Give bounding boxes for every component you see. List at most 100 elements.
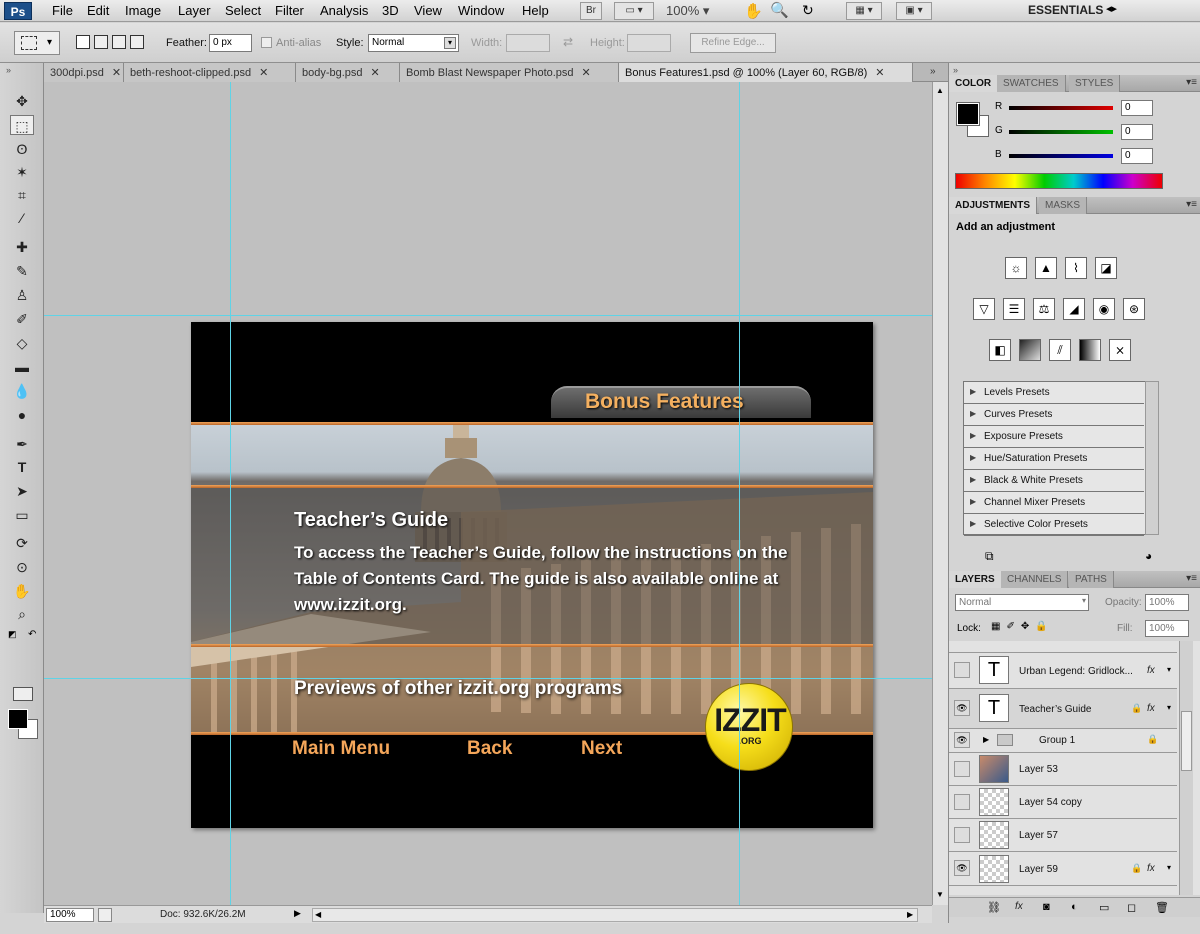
crop-tool-icon[interactable]: ⌗: [10, 185, 34, 205]
zoom-tool-icon[interactable]: 🔍: [770, 1, 789, 19]
preset-levels[interactable]: Levels Presets: [964, 382, 1144, 404]
move-tool-icon[interactable]: ✥: [10, 91, 34, 111]
feather-input[interactable]: 0 px: [209, 34, 252, 52]
document-canvas[interactable]: Bonus Features Teacher’s Guide To access…: [191, 322, 873, 828]
layer-name[interactable]: Urban Legend: Gridlock...: [1019, 666, 1133, 677]
adjustment-layer-icon[interactable]: ◐: [1071, 901, 1078, 913]
trash-icon[interactable]: 🗑: [1155, 901, 1169, 914]
tab-styles[interactable]: STYLES: [1069, 75, 1121, 92]
scroll-down-icon[interactable]: ▼: [936, 890, 944, 899]
exposure-icon[interactable]: ◪: [1095, 257, 1117, 279]
visibility-toggle[interactable]: [954, 794, 970, 810]
gradient-tool-icon[interactable]: ▬: [10, 357, 34, 377]
curves-icon[interactable]: ⌇: [1065, 257, 1087, 279]
menu-analysis[interactable]: Analysis: [320, 3, 368, 18]
antialias-checkbox[interactable]: [261, 37, 272, 48]
close-icon[interactable]: ✕: [371, 67, 380, 79]
menu-layer[interactable]: Layer: [178, 3, 211, 18]
layer-name[interactable]: Teacher’s Guide: [1019, 704, 1091, 715]
visibility-toggle[interactable]: [954, 761, 970, 777]
menu-view[interactable]: View: [414, 3, 442, 18]
tab-bomb-blast[interactable]: Bomb Blast Newspaper Photo.psd ✕: [400, 63, 619, 82]
collapse-icon[interactable]: »: [6, 65, 11, 75]
preset-channel-mixer[interactable]: Channel Mixer Presets: [964, 492, 1144, 514]
tab-masks[interactable]: MASKS: [1039, 197, 1088, 214]
guide-vertical[interactable]: [739, 82, 740, 905]
tab-overflow-icon[interactable]: »: [930, 66, 936, 77]
screen-mode-icon[interactable]: ▣ ▾: [896, 2, 932, 20]
blue-slider[interactable]: [1009, 154, 1113, 158]
vibrance-icon[interactable]: ▽: [973, 298, 995, 320]
selective-color-icon[interactable]: ⨯: [1109, 339, 1131, 361]
eyedropper-tool-icon[interactable]: ⁄: [10, 208, 34, 228]
brightness-icon[interactable]: ☼: [1005, 257, 1027, 279]
style-select[interactable]: Normal ▾: [368, 34, 459, 52]
swap-colors-icon[interactable]: ↶: [28, 629, 36, 640]
preset-selective-color[interactable]: Selective Color Presets: [964, 514, 1144, 536]
layer-row[interactable]: Layer 57: [949, 819, 1177, 852]
channel-mixer-icon[interactable]: ⊛: [1123, 298, 1145, 320]
scroll-right-icon[interactable]: ▶: [907, 910, 913, 919]
3d-orbit-tool-icon[interactable]: ⊙: [10, 557, 34, 577]
expand-group-icon[interactable]: ▶: [983, 735, 989, 744]
panel-menu-icon[interactable]: ▾≡: [1186, 573, 1197, 584]
threshold-icon[interactable]: ⫽: [1049, 339, 1071, 361]
fx-icon[interactable]: fx: [1147, 863, 1155, 874]
close-icon[interactable]: ✕: [259, 67, 268, 79]
color-balance-icon[interactable]: ⚖: [1033, 298, 1055, 320]
layer-name[interactable]: Layer 57: [1019, 830, 1058, 841]
visibility-toggle[interactable]: [954, 827, 970, 843]
black-white-icon[interactable]: ◢: [1063, 298, 1085, 320]
hue-saturation-icon[interactable]: ☰: [1003, 298, 1025, 320]
opacity-input[interactable]: 100%: [1145, 594, 1189, 611]
guide-vertical[interactable]: [230, 82, 231, 905]
swap-icon[interactable]: ⇄: [563, 35, 573, 49]
preset-curves[interactable]: Curves Presets: [964, 404, 1144, 426]
expand-effects-icon[interactable]: ▾: [1167, 703, 1171, 712]
photo-filter-icon[interactable]: ◉: [1093, 298, 1115, 320]
green-slider[interactable]: [1009, 130, 1113, 134]
tab-bonus-features[interactable]: Bonus Features1.psd @ 100% (Layer 60, RG…: [619, 63, 913, 82]
scroll-up-icon[interactable]: ▲: [936, 86, 944, 95]
visibility-toggle[interactable]: [954, 662, 970, 678]
vertical-scrollbar[interactable]: ▲ ▼: [932, 82, 948, 905]
gradient-map-icon[interactable]: [1079, 339, 1101, 361]
foreground-color-swatch[interactable]: [8, 709, 28, 729]
canvas-area[interactable]: Bonus Features Teacher’s Guide To access…: [44, 82, 932, 905]
mask-options-icon[interactable]: ◕: [1145, 549, 1152, 563]
status-options-icon[interactable]: [98, 908, 112, 922]
green-input[interactable]: 0: [1121, 124, 1153, 140]
layer-style-icon[interactable]: fx: [1015, 901, 1023, 912]
tab-color[interactable]: COLOR: [949, 75, 999, 92]
link-layers-icon[interactable]: ⛓: [987, 901, 1001, 914]
layer-row[interactable]: T Urban Legend: Gridlock... fx ▾: [949, 653, 1177, 689]
preset-exposure[interactable]: Exposure Presets: [964, 426, 1144, 448]
new-selection-icon[interactable]: [76, 35, 90, 49]
tab-300dpi[interactable]: 300dpi.psd ✕: [44, 63, 124, 82]
menu-select[interactable]: Select: [225, 3, 261, 18]
shape-tool-icon[interactable]: ▭: [10, 505, 34, 525]
expand-effects-icon[interactable]: ▾: [1167, 863, 1171, 872]
layer-row[interactable]: 👁 ▶ Group 1 🔒: [949, 729, 1177, 753]
layer-row[interactable]: Layer 54 copy: [949, 786, 1177, 819]
preset-black-white[interactable]: Black & White Presets: [964, 470, 1144, 492]
marquee-tool-icon[interactable]: ⬚: [10, 115, 34, 135]
tab-beth-reshoot[interactable]: beth-reshoot-clipped.psd ✕: [124, 63, 296, 82]
height-input[interactable]: [627, 34, 671, 52]
hand-tool-icon[interactable]: ✋: [744, 2, 763, 20]
levels-icon[interactable]: ▲: [1035, 257, 1057, 279]
close-icon[interactable]: ✕: [112, 67, 121, 79]
add-mask-icon[interactable]: ◙: [1043, 901, 1050, 913]
default-colors-icon[interactable]: ◩: [8, 629, 17, 640]
scroll-left-icon[interactable]: ◀: [315, 910, 321, 919]
new-layer-icon[interactable]: ◻: [1127, 901, 1136, 914]
magic-wand-tool-icon[interactable]: ✶: [10, 162, 34, 182]
subtract-selection-icon[interactable]: [112, 35, 126, 49]
tab-adjustments[interactable]: ADJUSTMENTS: [949, 197, 1038, 214]
zoom-tool-icon[interactable]: ⌕: [10, 604, 34, 624]
scroll-thumb[interactable]: [1181, 711, 1192, 771]
brush-tool-icon[interactable]: ✎: [10, 261, 34, 281]
lasso-tool-icon[interactable]: ʘ: [10, 139, 34, 159]
bridge-button[interactable]: Br: [580, 2, 602, 20]
fill-input[interactable]: 100%: [1145, 620, 1189, 637]
